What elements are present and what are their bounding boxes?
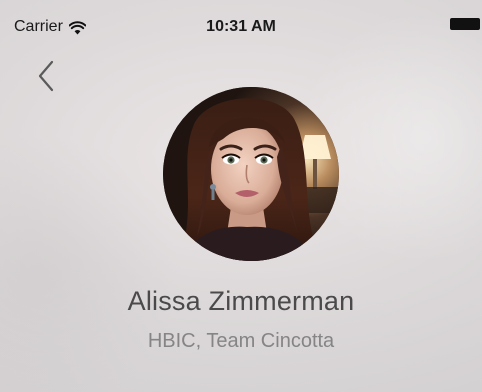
avatar: [163, 87, 339, 261]
profile-title: HBIC, Team Cincotta: [147, 330, 335, 352]
status-bar: Carrier 10:31 AM: [0, 0, 482, 40]
status-time: 10:31 AM: [206, 18, 276, 35]
profile-photo: [163, 87, 339, 261]
back-button[interactable]: [28, 56, 64, 96]
profile-name: Alissa Zimmerman: [127, 286, 355, 316]
profile-screen: Carrier 10:31 AM Alissa Zimmerman HBIC, …: [0, 0, 482, 392]
chevron-left-icon: [38, 60, 54, 92]
battery-icon: [450, 18, 480, 30]
